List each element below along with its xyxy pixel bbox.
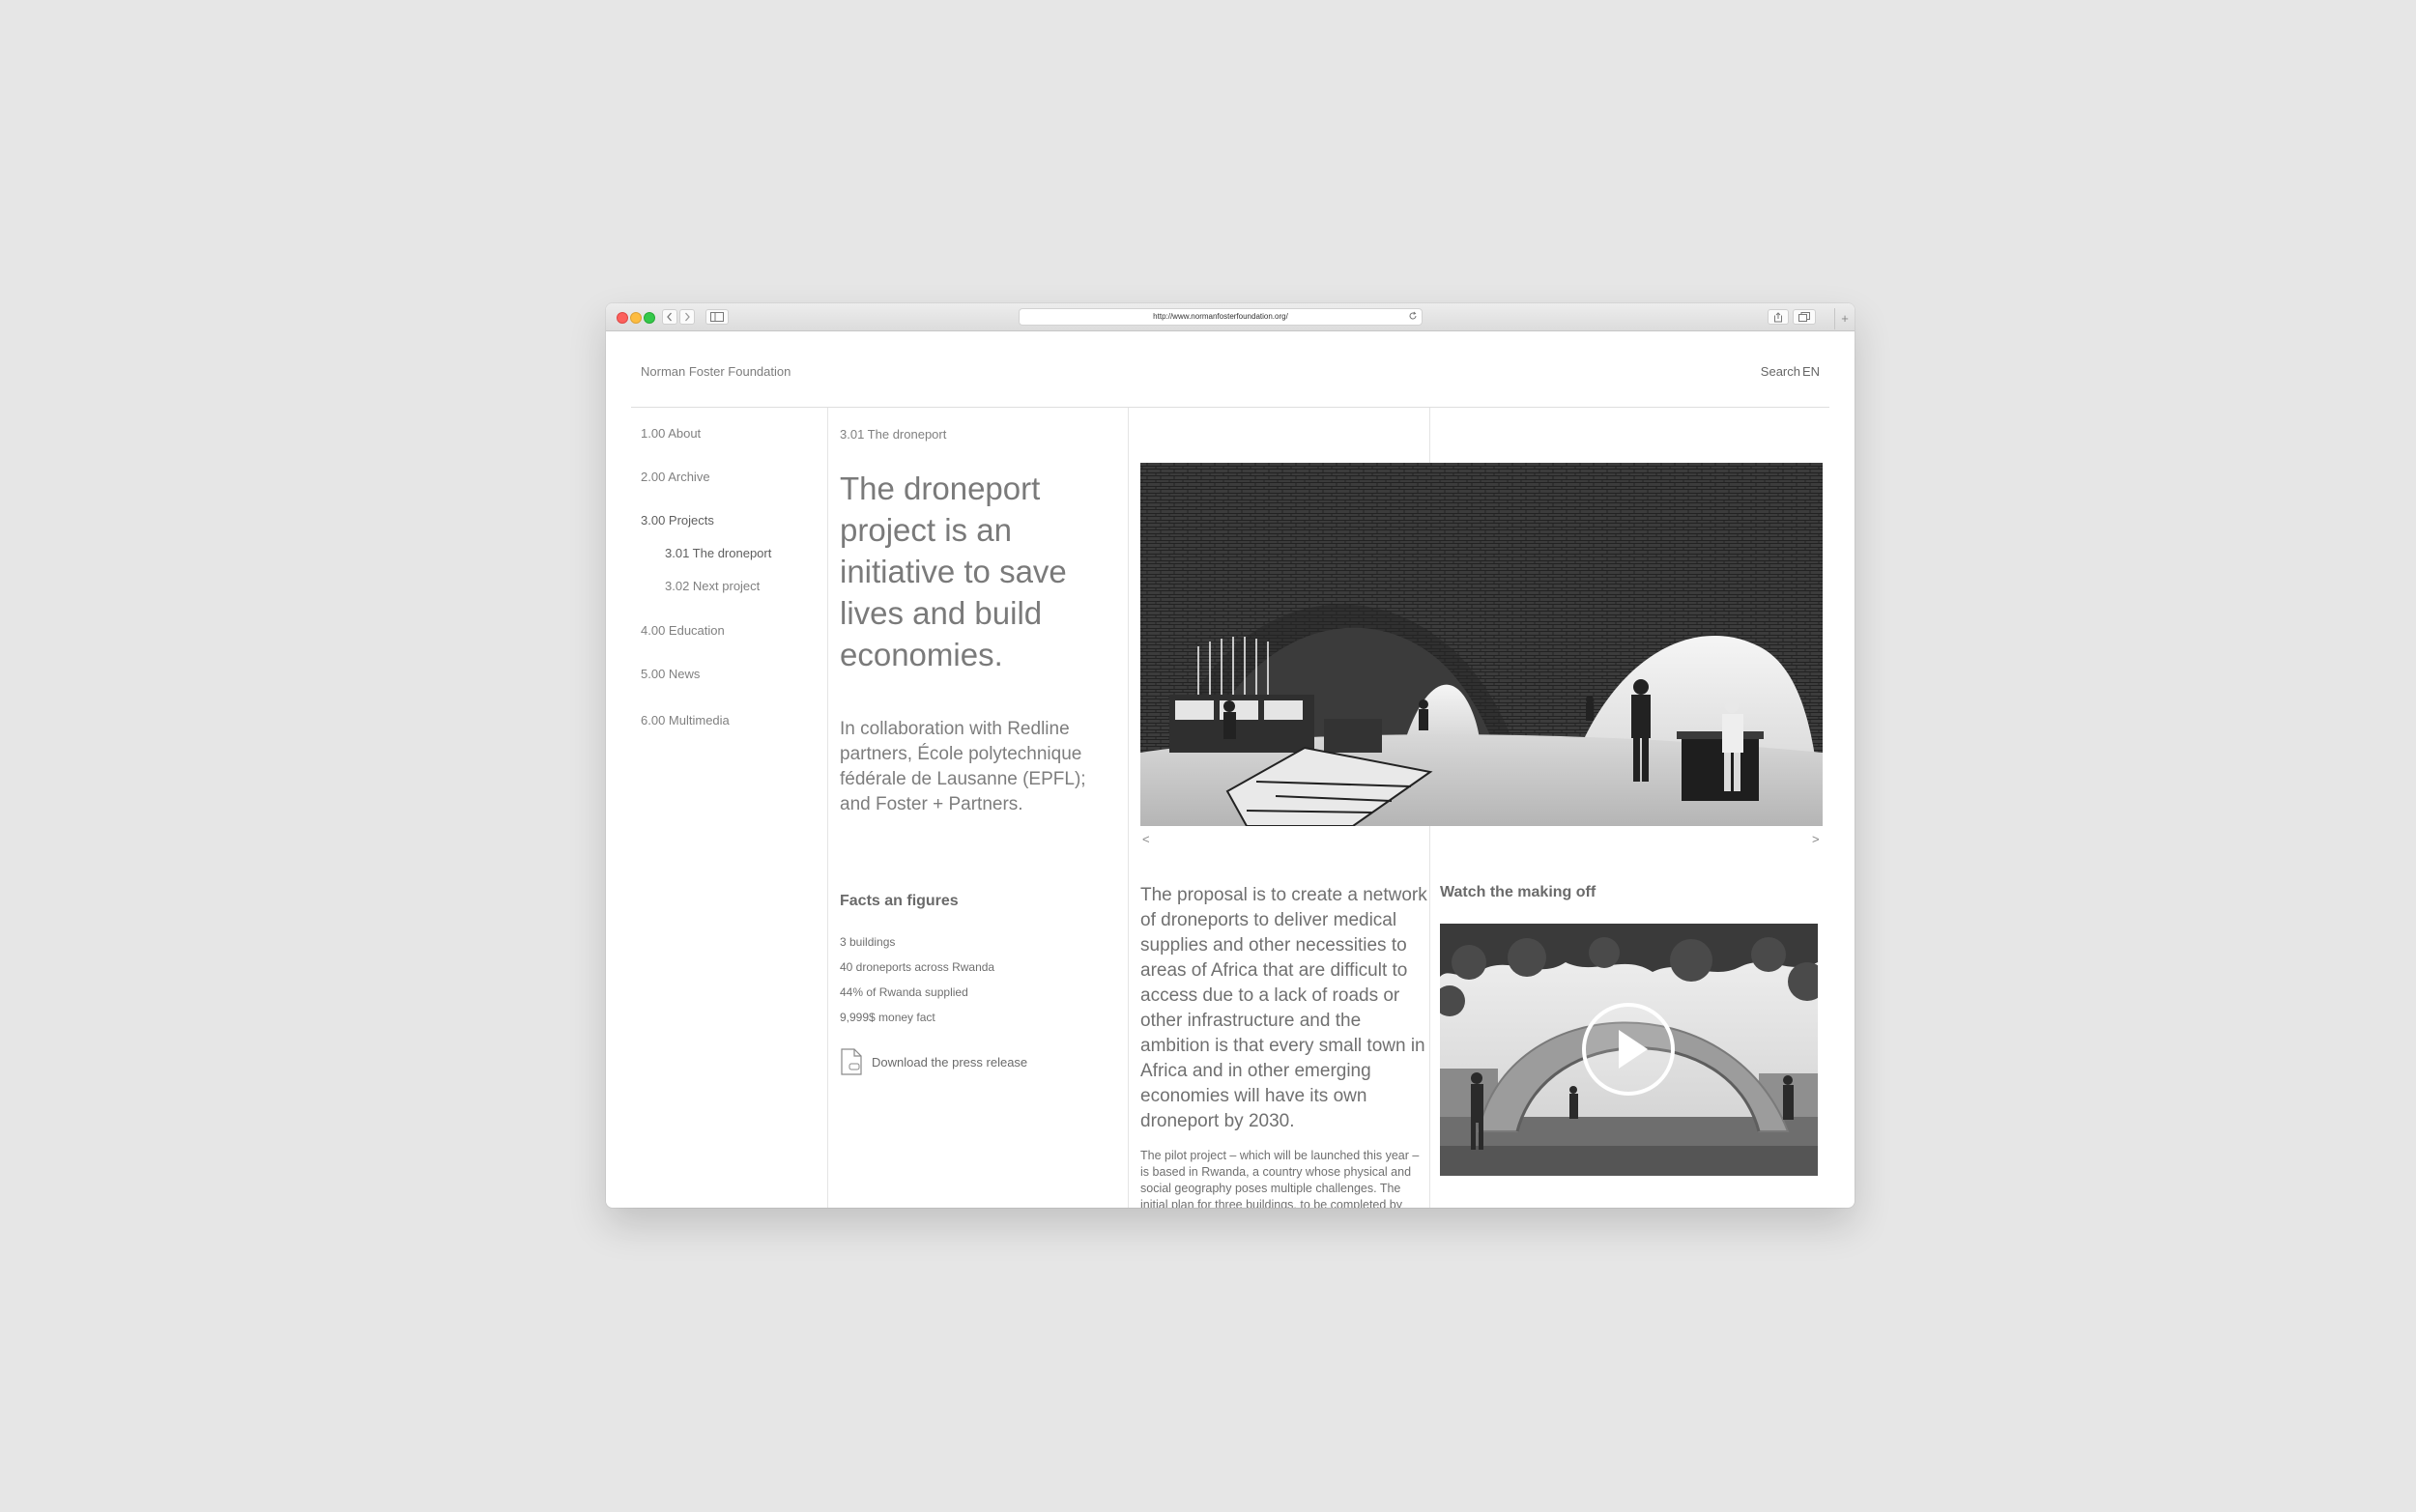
page-headline: The droneport project is an initiative t… [840, 471, 1067, 672]
nav-item-archive[interactable]: 2.00 Archive [641, 470, 710, 484]
back-button[interactable] [662, 309, 677, 325]
site-header: Norman Foster Foundation Search EN [631, 331, 1829, 408]
page: Norman Foster Foundation Search EN 1.00 … [606, 331, 1855, 1208]
nav-item-about[interactable]: 1.00 About [641, 426, 701, 441]
play-icon[interactable] [1580, 1001, 1677, 1098]
column-divider [1128, 408, 1129, 1208]
search-link[interactable]: Search [1761, 364, 1800, 379]
fact-item: 9,999$ money fact [840, 1011, 935, 1024]
close-window-button[interactable] [617, 312, 628, 324]
droneport-interior-illustration [1140, 463, 1823, 826]
language-switcher[interactable]: EN [1802, 364, 1820, 379]
share-icon [1774, 312, 1782, 323]
document-icon [841, 1048, 862, 1075]
share-button[interactable] [1768, 309, 1789, 325]
nav-item-education[interactable]: 4.00 Education [641, 623, 725, 638]
fact-item: 44% of Rwanda supplied [840, 985, 968, 999]
gallery-next-button[interactable]: > [1812, 832, 1820, 846]
tabs-overview-button[interactable] [1793, 309, 1816, 325]
nav-item-next-project[interactable]: 3.02 Next project [665, 579, 760, 593]
nav-item-multimedia[interactable]: 6.00 Multimedia [641, 713, 730, 727]
collaboration-text: In collaboration with Redline partners, … [840, 719, 1086, 814]
column-divider [827, 408, 828, 1208]
chevron-right-icon [685, 312, 690, 322]
url-text[interactable]: http://www.normanfosterfoundation.org/ [1020, 312, 1422, 321]
minimize-window-button[interactable] [630, 312, 642, 324]
breadcrumb: 3.01 The droneport [840, 427, 947, 442]
reload-icon[interactable] [1408, 311, 1418, 321]
address-bar[interactable]: http://www.normanfosterfoundation.org/ [1019, 308, 1423, 326]
nav-item-news[interactable]: 5.00 News [641, 667, 700, 681]
zoom-window-button[interactable] [644, 312, 655, 324]
site-logo[interactable]: Norman Foster Foundation [641, 364, 791, 379]
gallery-prev-button[interactable]: < [1142, 832, 1150, 846]
browser-toolbar: http://www.normanfosterfoundation.org/ + [606, 303, 1855, 331]
browser-window: http://www.normanfosterfoundation.org/ +… [606, 303, 1855, 1208]
forward-button[interactable] [679, 309, 695, 325]
proposal-text: The proposal is to create a network of d… [1140, 885, 1427, 1131]
download-label[interactable]: Download the press release [872, 1055, 1027, 1070]
pilot-text: The pilot project – which will be launch… [1140, 1149, 1420, 1208]
nav-item-droneport[interactable]: 3.01 The droneport [665, 546, 771, 560]
droneport-render-image [1140, 463, 1823, 826]
facts-heading: Facts an figures [840, 893, 959, 909]
nav-item-projects[interactable]: 3.00 Projects [641, 513, 714, 528]
fact-item: 40 droneports across Rwanda [840, 960, 995, 974]
tabs-icon [1798, 312, 1810, 322]
fact-item: 3 buildings [840, 935, 896, 949]
video-heading: Watch the making off [1440, 884, 1596, 900]
making-of-video[interactable] [1440, 924, 1818, 1176]
chevron-left-icon [667, 312, 672, 322]
sidebar-toggle-button[interactable] [705, 309, 729, 325]
new-tab-button[interactable]: + [1834, 308, 1855, 329]
sidebar-icon [710, 312, 724, 322]
